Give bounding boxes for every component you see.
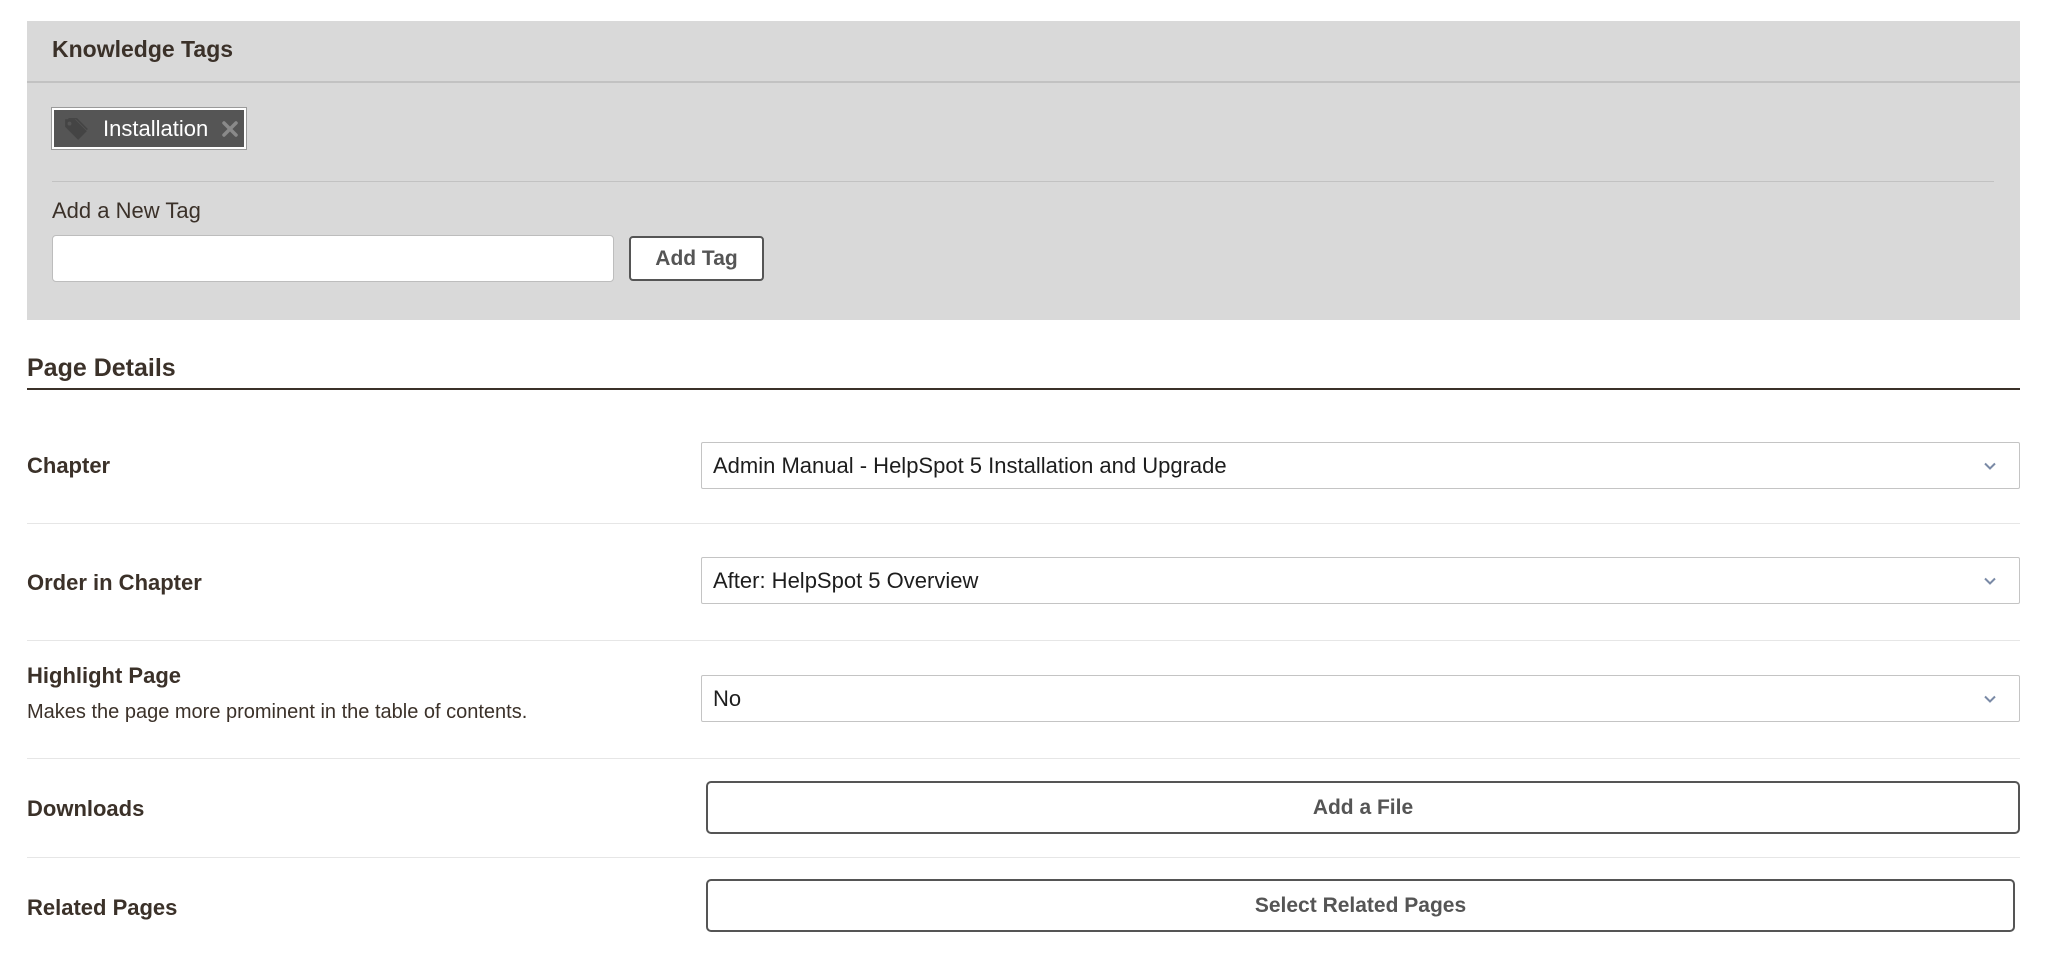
- tag-chip-installation: Installation: [52, 108, 246, 149]
- add-file-button[interactable]: Add a File: [706, 781, 2020, 834]
- chevron-down-icon: [1984, 462, 1996, 470]
- chapter-select-value: Admin Manual - HelpSpot 5 Installation a…: [713, 452, 1227, 478]
- add-tag-button[interactable]: Add Tag: [629, 236, 764, 281]
- page: Knowledge Tags Installation Add a New Ta…: [0, 0, 2048, 971]
- add-tag-input[interactable]: [52, 235, 614, 282]
- select-related-pages-button[interactable]: Select Related Pages: [706, 879, 2015, 932]
- order-in-chapter-value: After: HelpSpot 5 Overview: [713, 567, 979, 593]
- close-icon[interactable]: [220, 119, 240, 139]
- chevron-down-icon: [1984, 695, 1996, 703]
- chevron-down-icon: [1984, 577, 1996, 585]
- downloads-label: Downloads: [27, 796, 145, 821]
- order-in-chapter-select[interactable]: After: HelpSpot 5 Overview: [701, 557, 2020, 604]
- highlight-page-label: Highlight Page: [27, 663, 181, 688]
- row-divider: [27, 857, 2020, 858]
- tag-icon: [65, 117, 88, 140]
- knowledge-tags-panel: Knowledge Tags Installation Add a New Ta…: [27, 21, 2020, 320]
- highlight-page-select[interactable]: No: [701, 675, 2020, 722]
- divider: [27, 81, 2020, 83]
- divider: [52, 181, 1994, 182]
- tag-label: Installation: [103, 115, 209, 141]
- chapter-label: Chapter: [27, 453, 111, 478]
- highlight-page-help: Makes the page more prominent in the tab…: [27, 701, 528, 723]
- knowledge-tags-title: Knowledge Tags: [52, 36, 234, 62]
- page-details-title: Page Details: [27, 354, 176, 382]
- add-tag-label: Add a New Tag: [52, 198, 201, 223]
- order-in-chapter-label: Order in Chapter: [27, 570, 202, 595]
- highlight-page-value: No: [713, 685, 742, 711]
- chapter-select[interactable]: Admin Manual - HelpSpot 5 Installation a…: [701, 442, 2020, 489]
- row-divider: [27, 758, 2020, 759]
- section-rule: [27, 388, 2020, 390]
- row-divider: [27, 640, 2020, 641]
- related-pages-label: Related Pages: [27, 895, 178, 920]
- row-divider: [27, 523, 2020, 524]
